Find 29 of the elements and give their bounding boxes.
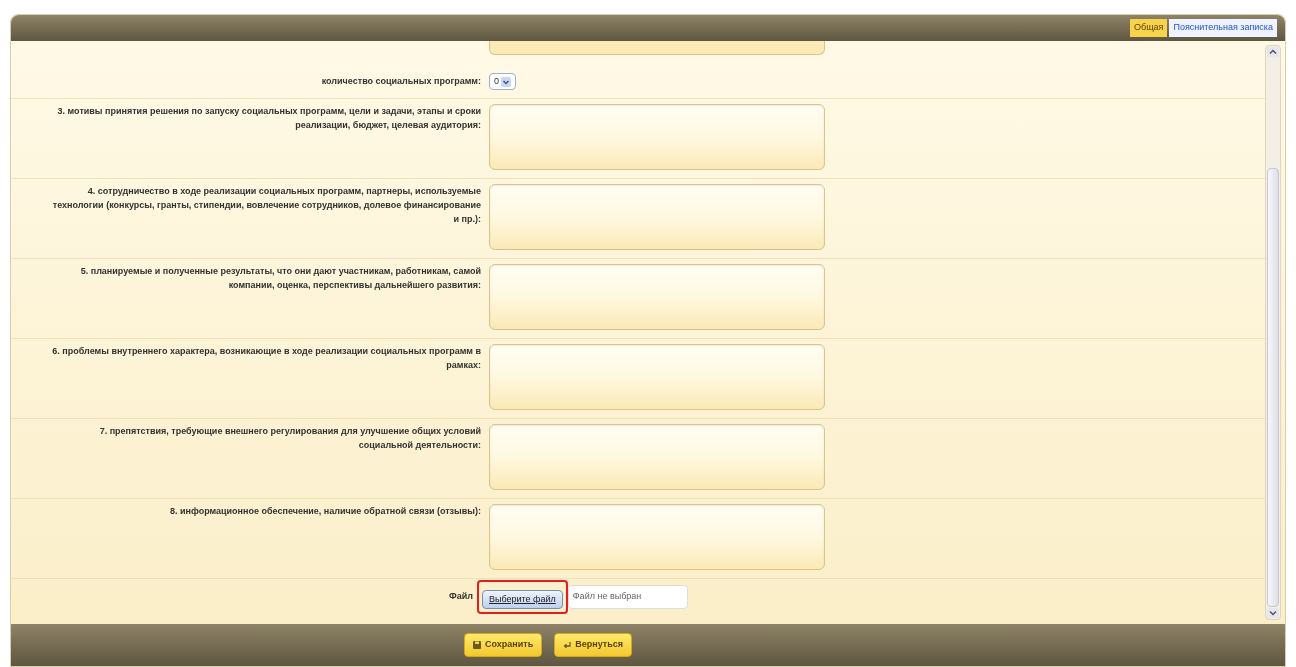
dropdown-arrow-icon: [501, 76, 511, 87]
text-area[interactable]: [489, 264, 825, 330]
field-label: Файл: [448, 590, 473, 604]
text-area[interactable]: [489, 504, 825, 570]
text-area[interactable]: [489, 104, 825, 170]
file-status-field: Файл не выбран: [567, 585, 688, 609]
text-area[interactable]: [489, 344, 825, 410]
tab[interactable]: Пояснительная записка: [1169, 19, 1277, 37]
question-label: 7. препятствия, требующие внешнего регулирования для улучшение общих условий социальной деятельности:: [98, 425, 481, 452]
text-area[interactable]: [489, 41, 825, 55]
scrollbar[interactable]: [1265, 45, 1281, 620]
text-area[interactable]: [489, 424, 825, 490]
scroll-down-icon[interactable]: [1266, 607, 1280, 619]
return-arrow-icon: [563, 641, 572, 649]
question-label: 5. планируемые и полученные результаты, что они дают участникам, работникам, самой компании, оценка, перспективы дальнейшего развития:: [79, 265, 481, 292]
question-label: 6. проблемы внутреннего характера, возникающие в ходе реализации социальных программ в рамках:: [51, 345, 481, 372]
question-label: 8. информационное обеспечение, наличие обратной связи (отзывы):: [168, 505, 481, 518]
question-label: 3. мотивы принятия решения по запуску социальных программ, цели и задачи, этапы и сроки реализации, бюджет, целевая аудитория:: [56, 105, 481, 132]
text-area[interactable]: [489, 184, 825, 250]
field-label: количество социальных программ:: [320, 74, 481, 88]
count-select[interactable]: 0: [489, 73, 516, 90]
question-label: 4. сотрудничество в ходе реализации социальных программ, партнеры, используемые технологии (конкурсы, гранты, стипендии, вовлечение сотрудников, долевое финансирование и пр.):: [51, 185, 481, 226]
select-value: 0: [494, 74, 499, 88]
scroll-up-icon[interactable]: [1266, 46, 1280, 58]
save-button[interactable]: Сохранить: [464, 633, 543, 657]
back-button[interactable]: Вернуться: [554, 633, 632, 657]
choose-file-button[interactable]: Выберите файл: [482, 589, 563, 610]
tab[interactable]: Общая: [1130, 19, 1168, 37]
scroll-thumb[interactable]: [1267, 168, 1279, 607]
